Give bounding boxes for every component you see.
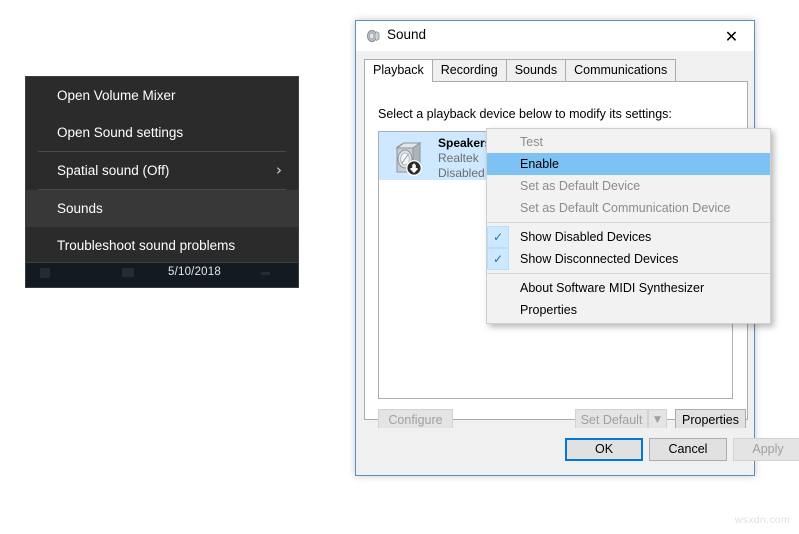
flyout-item-troubleshoot-sound-problems[interactable]: Troubleshoot sound problems — [26, 227, 298, 264]
context-menu-item-label: Test — [520, 135, 543, 149]
context-menu-separator — [487, 222, 770, 223]
context-menu-item-set-as-default-device[interactable]: Set as Default Device — [487, 175, 770, 197]
apply-button[interactable]: Apply — [733, 438, 799, 461]
context-menu-item-about-software-midi-synthesizer[interactable]: About Software MIDI Synthesizer — [487, 277, 770, 299]
chevron-right-icon: › — [276, 161, 282, 179]
taskbar-tray-icon[interactable] — [122, 268, 134, 277]
context-menu-item-label: Enable — [520, 157, 559, 171]
flyout-item-sounds[interactable]: Sounds — [26, 190, 298, 227]
flyout-item-spatial-sound[interactable]: Spatial sound (Off) › — [26, 152, 298, 189]
flyout-item-label: Spatial sound (Off) — [57, 163, 170, 178]
context-menu-item-label: About Software MIDI Synthesizer — [520, 281, 705, 295]
device-text-block: Speakers Realtek Disabled — [438, 136, 491, 181]
taskbar-tray-icon[interactable] — [40, 268, 50, 278]
taskbar-expand-icon[interactable] — [261, 272, 270, 275]
context-menu-item-enable[interactable]: Enable — [487, 153, 770, 175]
device-context-menu: Test Enable Set as Default Device Set as… — [486, 128, 771, 324]
checkmark-icon: ✓ — [487, 226, 509, 248]
checkmark-icon: ✓ — [487, 248, 509, 270]
tab-recording[interactable]: Recording — [431, 59, 507, 81]
flyout-item-open-sound-settings[interactable]: Open Sound settings — [26, 114, 298, 151]
tab-sounds[interactable]: Sounds — [505, 59, 567, 81]
device-name: Speakers — [438, 136, 492, 150]
volume-context-flyout: Open Volume Mixer Open Sound settings Sp… — [25, 76, 299, 263]
flyout-item-label: Open Volume Mixer — [57, 88, 176, 103]
panel-instruction-text: Select a playback device below to modify… — [378, 107, 672, 121]
watermark: wsxdn.com — [734, 514, 790, 526]
context-menu-separator — [487, 273, 770, 274]
speaker-device-icon — [389, 138, 429, 178]
cancel-button[interactable]: Cancel — [649, 438, 727, 461]
context-menu-item-show-disconnected-devices[interactable]: ✓ Show Disconnected Devices — [487, 248, 770, 270]
context-menu-item-label: Set as Default Communication Device — [520, 201, 731, 215]
close-icon[interactable]: ✕ — [709, 21, 754, 51]
tab-strip: Playback Recording Sounds Communications — [364, 59, 746, 82]
dialog-titlebar: Sound ✕ — [356, 21, 754, 52]
tab-label: Playback — [373, 63, 424, 77]
flyout-item-label: Sounds — [57, 201, 103, 216]
flyout-item-label: Troubleshoot sound problems — [57, 238, 236, 253]
context-menu-item-set-as-default-communication-device[interactable]: Set as Default Communication Device — [487, 197, 770, 219]
context-menu-item-label: Set as Default Device — [520, 179, 641, 193]
tab-label: Communications — [574, 63, 668, 77]
tab-label: Sounds — [514, 63, 558, 77]
device-status: Disabled — [438, 166, 485, 180]
context-menu-item-label: Properties — [520, 303, 577, 317]
device-driver: Realtek — [438, 151, 479, 165]
context-menu-item-label: Show Disconnected Devices — [520, 252, 679, 266]
flyout-item-open-volume-mixer[interactable]: Open Volume Mixer — [26, 77, 298, 114]
tab-communications[interactable]: Communications — [565, 59, 677, 81]
flyout-item-label: Open Sound settings — [57, 125, 184, 140]
dialog-footer: OK Cancel Apply — [356, 428, 799, 475]
speaker-icon — [366, 29, 380, 43]
context-menu-item-test[interactable]: Test — [487, 131, 770, 153]
context-menu-item-label: Show Disabled Devices — [520, 230, 652, 244]
tab-playback[interactable]: Playback — [364, 59, 433, 82]
taskbar-clock[interactable]: 5/10/2018 — [168, 266, 221, 278]
tab-label: Recording — [440, 63, 498, 77]
context-menu-item-properties[interactable]: Properties — [487, 299, 770, 321]
dialog-title: Sound — [387, 27, 427, 42]
context-menu-item-show-disabled-devices[interactable]: ✓ Show Disabled Devices — [487, 226, 770, 248]
ok-button[interactable]: OK — [565, 438, 643, 461]
taskbar-strip: 5/10/2018 — [25, 263, 299, 288]
